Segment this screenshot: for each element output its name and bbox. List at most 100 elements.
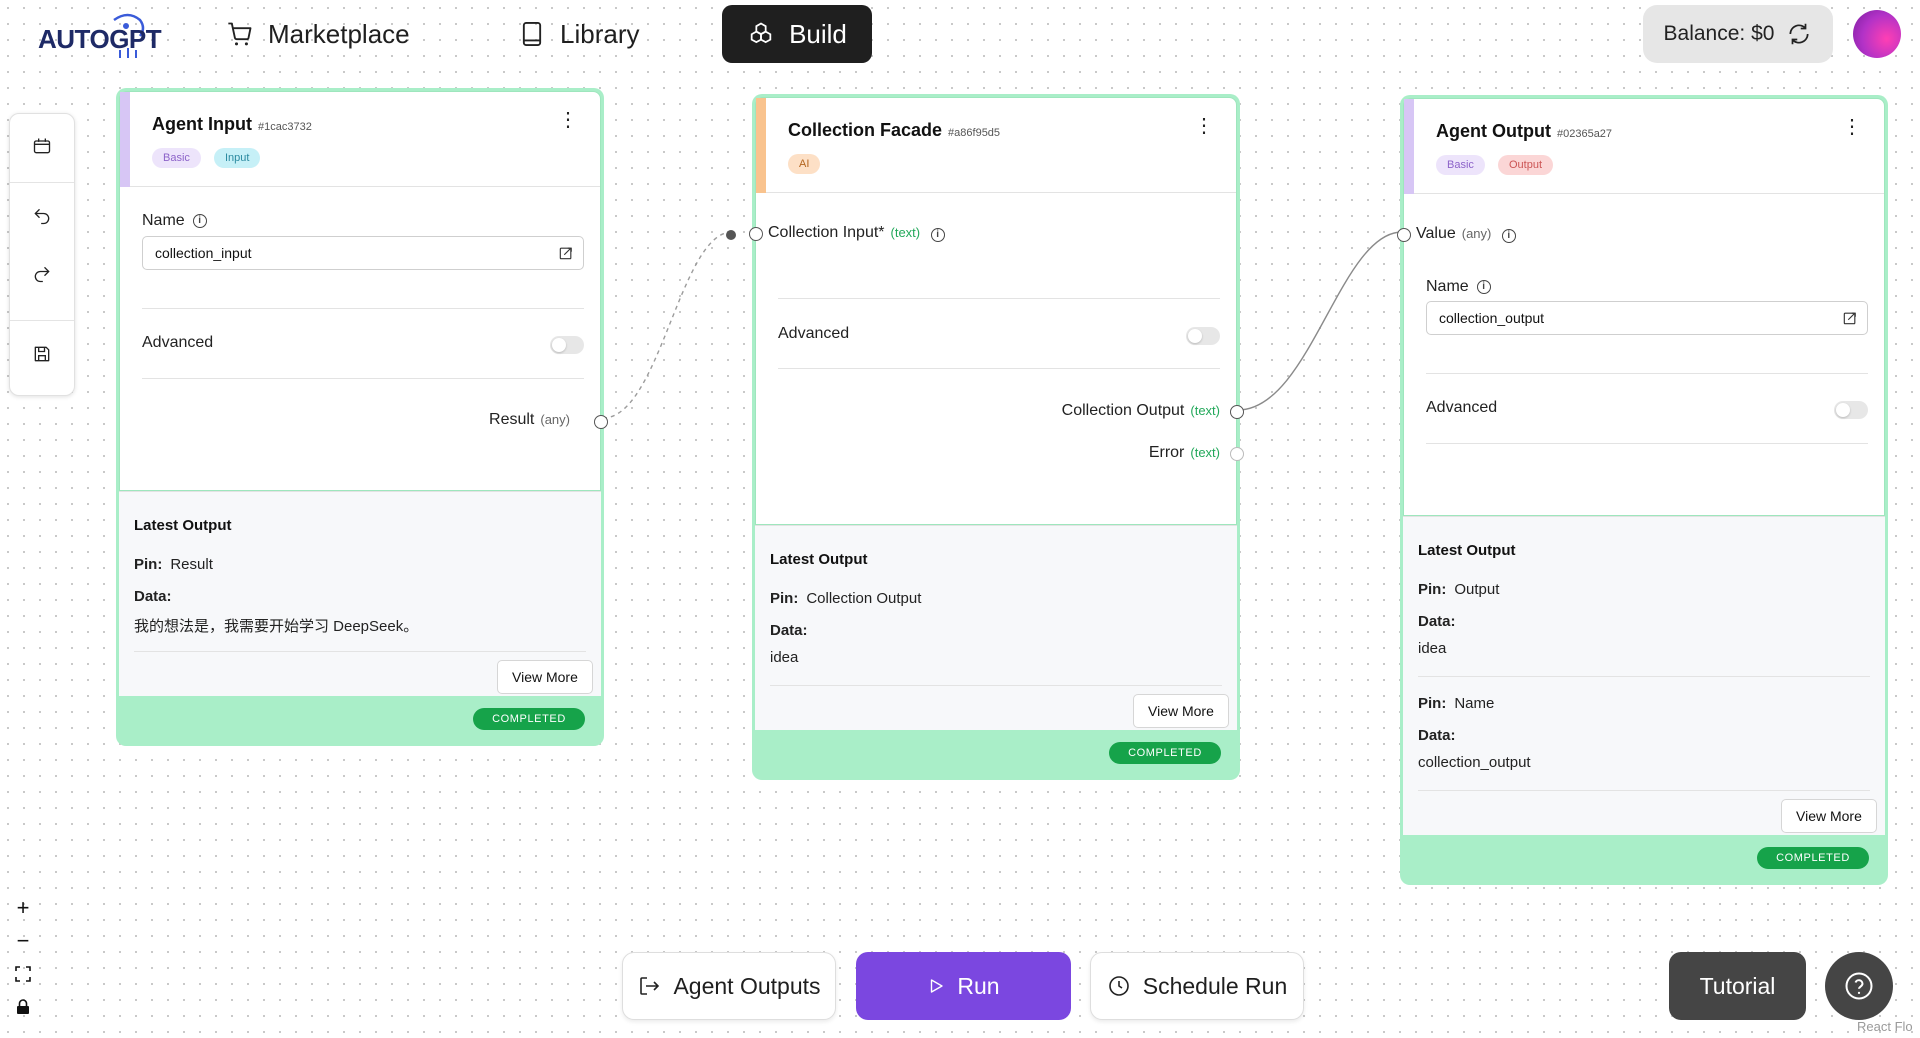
schedule-run-button[interactable]: Schedule Run	[1090, 952, 1304, 1020]
advanced-toggle[interactable]	[1834, 401, 1868, 419]
redo-button[interactable]	[10, 244, 74, 304]
schedule-run-label: Schedule Run	[1142, 972, 1288, 999]
node-agent-input[interactable]: Agent Input #1cac3732 ⋮ Basic Input Name …	[116, 88, 608, 746]
output-pin-row: Pin: Collection Output	[770, 590, 921, 607]
node-agent-output[interactable]: Agent Output #02365a27 ⋮ Basic Output Val…	[1397, 95, 1888, 885]
save-button[interactable]	[10, 324, 74, 384]
advanced-toggle[interactable]	[550, 336, 584, 354]
divider	[778, 368, 1220, 369]
name-field-label: Name i	[1426, 278, 1491, 296]
output-pin-error: Error (text)	[1149, 444, 1220, 462]
divider	[778, 298, 1220, 299]
fit-view-button[interactable]	[8, 959, 38, 989]
status-badge: COMPLETED	[473, 708, 585, 730]
nav-marketplace[interactable]: Marketplace	[226, 14, 410, 54]
blocks-icon	[750, 22, 772, 44]
tutorial-button[interactable]: Tutorial	[1669, 952, 1806, 1020]
help-button[interactable]	[1825, 952, 1893, 1020]
node-header: Collection Facade #a86f95d5 ⋮ AI	[756, 98, 1236, 193]
expand-edit-icon[interactable]	[1843, 311, 1857, 325]
tag-output: Output	[1498, 155, 1554, 175]
run-button[interactable]: Run	[856, 952, 1071, 1020]
info-icon[interactable]: i	[192, 214, 207, 228]
zoom-out-button[interactable]: −	[8, 926, 38, 956]
output-data-label: Data:	[1418, 613, 1464, 630]
info-icon[interactable]: i	[1476, 280, 1491, 294]
view-more-button[interactable]: View More	[497, 660, 593, 694]
refresh-icon[interactable]	[1786, 21, 1812, 47]
node-title: Agent Input #1cac3732	[152, 114, 312, 135]
name-input[interactable]: collection_input	[142, 236, 584, 270]
view-more-button[interactable]: View More	[1133, 694, 1229, 728]
input-pin-value: Value (any) i	[1416, 225, 1516, 243]
advanced-label: Advanced	[142, 334, 213, 352]
input-pin-collection-input: Collection Input* (text) i	[768, 224, 945, 242]
latest-output-title: Latest Output	[770, 551, 868, 568]
node-id: #1cac3732	[257, 121, 312, 133]
save-icon	[34, 346, 50, 362]
react-flow-attribution[interactable]: React Flo	[1857, 1019, 1913, 1034]
node-id: #02365a27	[1556, 128, 1613, 140]
autogpt-logo[interactable]: AUTOGPT	[36, 10, 162, 60]
divider	[1426, 443, 1868, 444]
toolbar-divider	[10, 320, 74, 321]
node-id: #a86f95d5	[948, 127, 1001, 139]
lock-button[interactable]	[8, 992, 38, 1022]
pin-type: (text)	[890, 225, 921, 240]
balance-display[interactable]: Balance: $0	[1643, 5, 1833, 63]
output-pin-collection-output: Collection Output (text)	[1062, 402, 1220, 420]
canvas-toolbar	[9, 113, 75, 396]
advanced-label-text: Advanced	[778, 325, 850, 342]
output-data-value: 我的想法是，我需要开始学习 DeepSeek。	[134, 618, 419, 635]
expand-edit-icon[interactable]	[559, 246, 573, 260]
node-menu-button[interactable]: ⋮	[1842, 117, 1862, 137]
agent-outputs-button[interactable]: Agent Outputs	[622, 952, 836, 1020]
output-handle-collection-output[interactable]	[1230, 405, 1244, 419]
name-input[interactable]: collection_output	[1426, 301, 1868, 335]
divider	[142, 378, 584, 379]
nav-library[interactable]: Library	[518, 14, 639, 54]
nav-build[interactable]: Build	[722, 5, 872, 63]
node-title: Collection Facade #a86f95d5	[788, 120, 1000, 141]
run-label: Run	[957, 972, 1000, 999]
pin-type: (any)	[1461, 226, 1492, 241]
tag-input: Input	[214, 148, 261, 168]
latest-output-title: Latest Output	[1418, 542, 1516, 559]
pin-name: Collection Output	[1061, 402, 1185, 419]
node-collection-facade[interactable]: Collection Facade #a86f95d5 ⋮ AI Collecti…	[749, 94, 1244, 780]
node-title: Agent Output #02365a27	[1436, 121, 1612, 142]
divider	[134, 651, 586, 652]
view-more-button[interactable]: View More	[1781, 799, 1877, 833]
user-avatar[interactable]	[1853, 10, 1901, 58]
node-header: Agent Input #1cac3732 ⋮ Basic Input	[120, 92, 600, 187]
zoom-in-button[interactable]: +	[8, 893, 38, 923]
info-icon[interactable]: i	[1501, 229, 1516, 243]
output-data-value: idea	[1418, 640, 1447, 657]
pin-value: Collection Output	[806, 590, 922, 607]
info-icon[interactable]: i	[930, 228, 945, 242]
divider	[1418, 790, 1870, 791]
nav-marketplace-label: Marketplace	[268, 18, 410, 49]
input-handle-collection-input[interactable]	[749, 227, 763, 241]
help-circle-icon	[1845, 972, 1873, 1000]
pin-label: Pin:	[1418, 695, 1447, 712]
node-menu-button[interactable]: ⋮	[558, 110, 578, 130]
node-menu-button[interactable]: ⋮	[1194, 116, 1214, 136]
node-body: Collection Facade #a86f95d5 ⋮ AI Collecti…	[749, 97, 1244, 525]
output-handle-result[interactable]	[594, 415, 608, 429]
advanced-toggle[interactable]	[1186, 327, 1220, 345]
output-pin-row: Pin: Result	[134, 556, 213, 573]
status-badge: COMPLETED	[1109, 742, 1221, 764]
pin-label: Pin:	[134, 556, 163, 573]
blocks-menu-button[interactable]	[10, 116, 74, 176]
name-label-text: Name	[1426, 278, 1469, 295]
edge-collection-output-to-value[interactable]	[1237, 231, 1403, 411]
output-handle-error[interactable]	[1230, 447, 1244, 461]
input-handle-value[interactable]	[1397, 228, 1411, 242]
edge-result-to-collection-input[interactable]	[602, 231, 733, 419]
advanced-label: Advanced	[778, 325, 849, 343]
node-accent-bar	[756, 98, 766, 193]
undo-button[interactable]	[10, 186, 74, 246]
pin-type: (any)	[540, 412, 570, 427]
tag-ai: AI	[788, 154, 821, 174]
